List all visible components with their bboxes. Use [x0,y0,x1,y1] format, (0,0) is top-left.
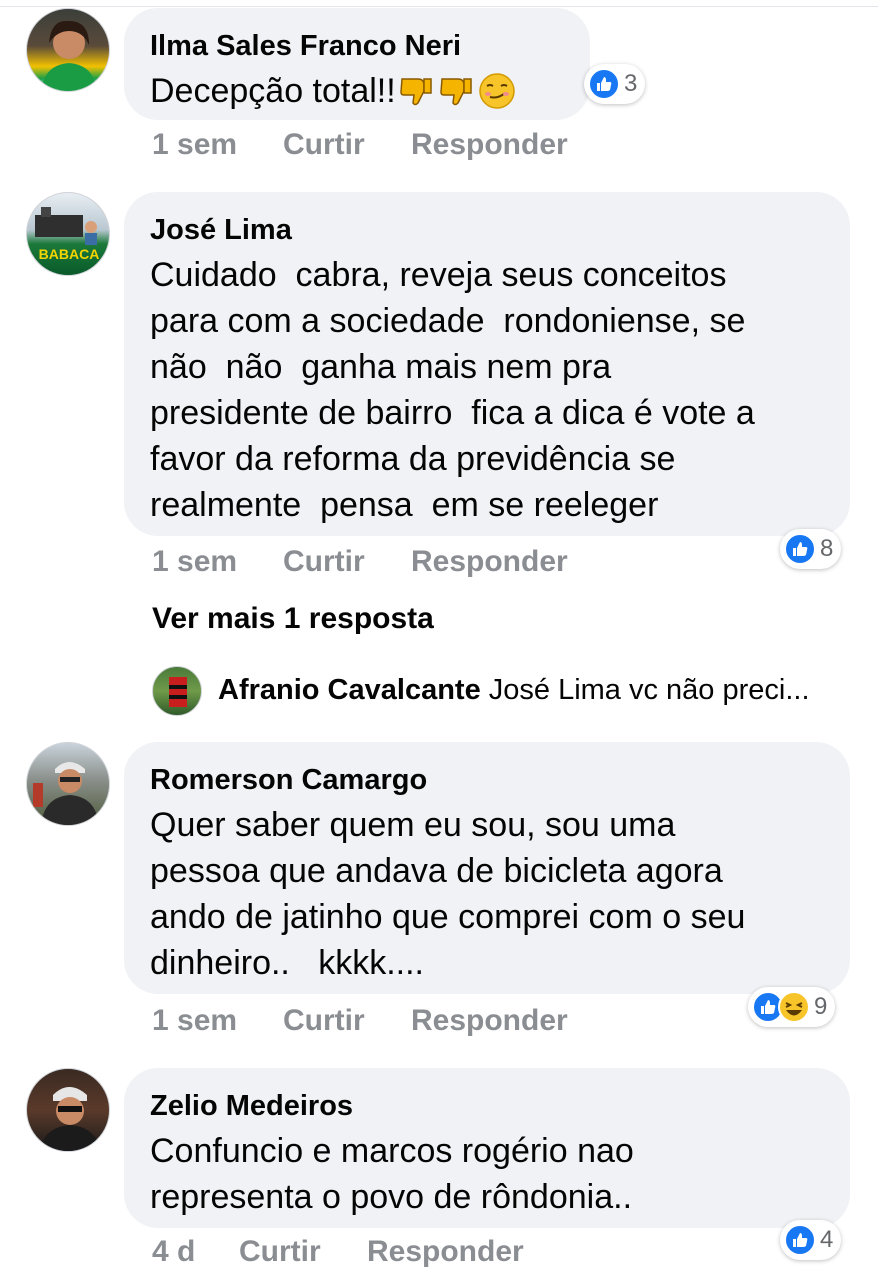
like-icon [784,533,816,565]
like-button[interactable]: Curtir [283,1003,365,1039]
comment-text: Cuidado cabra, reveja seus conceitos par… [150,252,824,528]
avatar-photo-icon [169,677,187,707]
comment-time[interactable]: 4 d [152,1234,195,1270]
comment-text: Decepção total!! [150,68,564,114]
top-divider [0,0,878,7]
reaction-count: 4 [820,1226,834,1253]
comment-author[interactable]: Ilma Sales Franco Neri [150,28,564,64]
comment-text-line: realmente pensa em se reeleger [150,486,659,524]
comment-text-line: ando de jatinho que comprei com o seu [150,898,746,936]
thumbs-down-icon [398,73,434,109]
comment-text-line: representa o povo de rôndonia.. [150,1178,633,1216]
reaction-count: 3 [624,70,638,97]
haha-icon [778,991,810,1023]
comment-bubble: Romerson Camargo Quer saber quem eu sou,… [124,742,850,994]
comment-text-line: favor da reforma da previdência se [150,440,676,478]
comment-bubble: Zelio Medeiros Confuncio e marcos rogéri… [124,1068,850,1228]
reaction-summary[interactable]: 4 [780,1220,842,1260]
comment-text-line: Quer saber quem eu sou, sou uma [150,806,676,844]
reaction-count: 8 [820,535,834,562]
like-icon [588,68,620,100]
like-button[interactable]: Curtir [283,544,365,580]
avatar[interactable]: BABACA [26,192,110,276]
comment-author[interactable]: Romerson Camargo [150,762,824,798]
reaction-summary[interactable]: 3 [584,64,646,104]
reaction-count: 9 [814,993,828,1020]
comment-time[interactable]: 1 sem [152,1003,237,1039]
comment-text-line: não não ganha mais nem pra [150,348,612,386]
reply-button[interactable]: Responder [411,1003,568,1039]
smirk-face-icon [478,72,516,110]
avatar[interactable] [152,666,202,716]
comment-text-line: pessoa que andava de bicicleta agora [150,852,723,890]
reply-button[interactable]: Responder [367,1234,524,1270]
comment-bubble: Ilma Sales Franco Neri Decepção total!! [124,8,590,120]
reply-button[interactable]: Responder [411,544,568,580]
reply-text: José Lima vc não preci... [488,674,810,706]
comment-text: Quer saber quem eu sou, sou uma pessoa q… [150,802,824,986]
comment-author[interactable]: Zelio Medeiros [150,1088,824,1124]
see-more-replies-link[interactable]: Ver mais 1 resposta [152,602,434,636]
comment-text-line: para com a sociedade rondoniense, se [150,302,746,340]
comment-text-content: Decepção total!! [150,72,396,110]
reply-preview[interactable]: Afranio Cavalcante José Lima vc não prec… [218,674,810,707]
comment-text-line: Confuncio e marcos rogério nao [150,1132,634,1170]
reaction-summary[interactable]: 9 [748,987,836,1027]
avatar[interactable] [26,8,110,92]
comment-text-line: presidente de bairro fica a dica é vote … [150,394,755,432]
avatar-photo-icon [33,762,99,825]
comment-text: Confuncio e marcos rogério nao represent… [150,1128,824,1220]
thumbs-down-icon [438,73,474,109]
reply-button[interactable]: Responder [411,127,568,163]
comment-author[interactable]: José Lima [150,212,824,248]
avatar[interactable] [26,1068,110,1152]
like-button[interactable]: Curtir [283,127,365,163]
like-icon [784,1224,816,1256]
avatar-photo-icon: BABACA [35,207,100,262]
avatar[interactable] [26,742,110,826]
svg-text:BABACA: BABACA [39,246,100,262]
reaction-summary[interactable]: 8 [780,529,842,569]
reply-author[interactable]: Afranio Cavalcante [218,674,481,706]
comment-bubble: José Lima Cuidado cabra, reveja seus con… [124,192,850,536]
avatar-photo-icon [41,20,97,91]
comment-time[interactable]: 1 sem [152,127,237,163]
comment-time[interactable]: 1 sem [152,544,237,580]
comment-text-line: dinheiro.. kkkk.... [150,944,424,982]
like-button[interactable]: Curtir [239,1234,321,1270]
comment-text-line: Cuidado cabra, reveja seus conceitos [150,256,727,294]
avatar-photo-icon [39,1087,101,1151]
